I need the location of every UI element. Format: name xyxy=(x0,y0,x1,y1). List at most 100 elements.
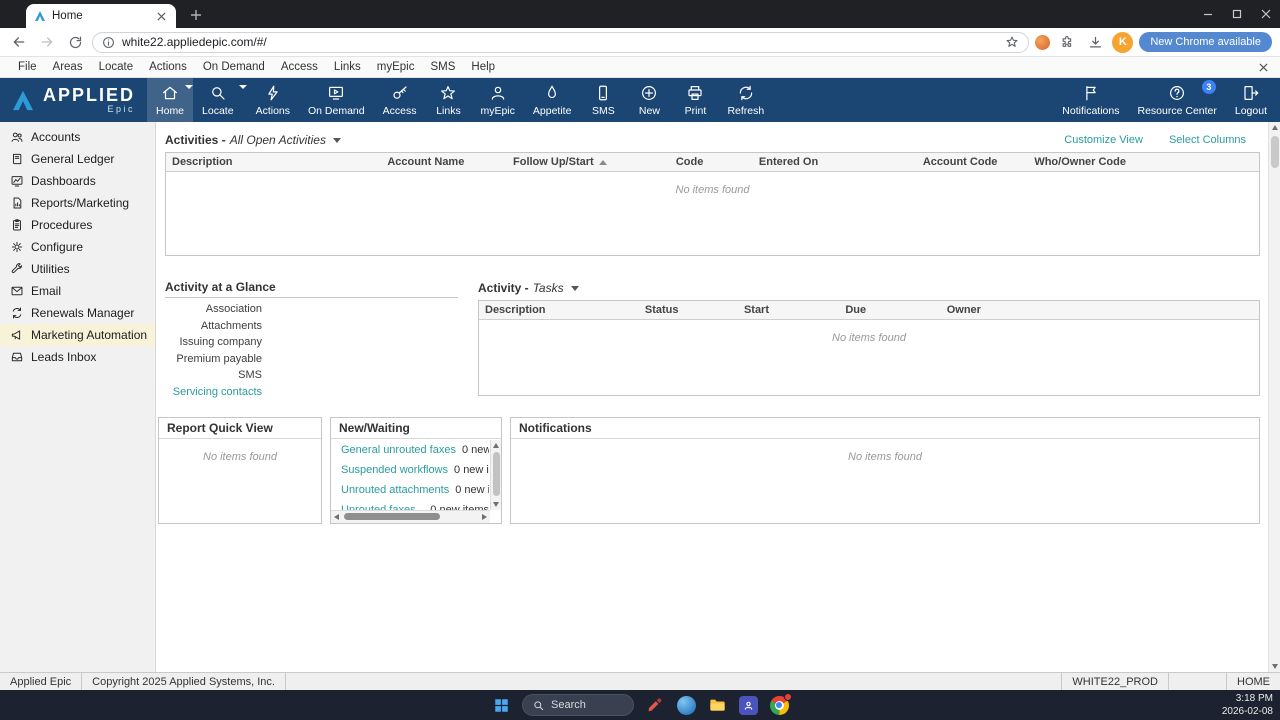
page-info-icon[interactable] xyxy=(102,36,115,49)
col-code[interactable]: Code xyxy=(670,153,753,171)
toolbar-print-button[interactable]: Print xyxy=(672,78,718,122)
bookmark-star-icon[interactable] xyxy=(1005,35,1019,49)
scrollbar-thumb[interactable] xyxy=(1271,136,1279,168)
chrome-update-chip[interactable]: New Chrome available xyxy=(1139,32,1272,52)
tasks-col-owner[interactable]: Owner xyxy=(941,301,1259,319)
toolbar-refresh-button[interactable]: Refresh xyxy=(718,78,773,122)
new-waiting-vertical-scrollbar[interactable] xyxy=(490,439,501,510)
col-follow-up-start[interactable]: Follow Up/Start xyxy=(507,153,670,171)
menubar-close-icon[interactable] xyxy=(1259,62,1268,72)
select-columns-link[interactable]: Select Columns xyxy=(1169,134,1246,146)
col-description[interactable]: Description xyxy=(166,153,381,171)
taskbar-clock[interactable]: 3:18 PM 2026-02-08 xyxy=(1222,692,1273,718)
taskbar-file-explorer-icon[interactable] xyxy=(707,695,727,715)
scroll-left-arrow-icon[interactable] xyxy=(334,513,339,520)
toolbar-access-button[interactable]: Access xyxy=(374,78,426,122)
sidebar-item-email[interactable]: Email xyxy=(0,280,155,302)
tasks-view-caret-icon[interactable] xyxy=(570,285,579,291)
tasks-col-description[interactable]: Description xyxy=(479,301,639,319)
toolbar-locate-button[interactable]: Locate xyxy=(193,78,247,122)
menu-help[interactable]: Help xyxy=(463,57,503,77)
toolbar-on-demand-button[interactable]: On Demand xyxy=(299,78,374,122)
toolbar-links-button[interactable]: Links xyxy=(425,78,471,122)
sidebar-item-dashboards[interactable]: Dashboards xyxy=(0,170,155,192)
tasks-col-due[interactable]: Due xyxy=(839,301,940,319)
toolbar-actions-button[interactable]: Actions xyxy=(247,78,299,122)
taskbar-teams-icon[interactable] xyxy=(738,695,758,715)
home-caret-icon[interactable] xyxy=(185,85,194,107)
window-close-button[interactable] xyxy=(1251,0,1280,28)
profile-avatar[interactable]: K xyxy=(1112,31,1134,53)
sidebar-item-reports-marketing[interactable]: Reports/Marketing xyxy=(0,192,155,214)
sidebar-item-utilities[interactable]: Utilities xyxy=(0,258,155,280)
extension-icon[interactable] xyxy=(1035,34,1051,50)
new-waiting-link-suspended-workflows[interactable]: Suspended workflows xyxy=(341,464,448,476)
glance-item-sms[interactable]: SMS xyxy=(165,367,262,384)
logout-button[interactable]: Logout xyxy=(1226,78,1276,122)
sidebar-item-leads-inbox[interactable]: Leads Inbox xyxy=(0,346,155,368)
taskbar-pinned-app-pencil-icon[interactable] xyxy=(645,695,665,715)
new-waiting-horizontal-scrollbar[interactable] xyxy=(331,509,490,523)
url-text[interactable]: white22.appliedepic.com/#/ xyxy=(122,35,267,49)
sidebar-item-renewals-manager[interactable]: Renewals Manager xyxy=(0,302,155,324)
sidebar-item-general-ledger[interactable]: General Ledger xyxy=(0,148,155,170)
address-bar[interactable]: white22.appliedepic.com/#/ xyxy=(92,31,1030,53)
menu-links[interactable]: Links xyxy=(326,57,369,77)
menu-on-demand[interactable]: On Demand xyxy=(195,57,273,77)
customize-view-link[interactable]: Customize View xyxy=(1064,134,1143,146)
toolbar-home-button[interactable]: Home xyxy=(147,78,194,122)
scroll-down-arrow-icon[interactable] xyxy=(1271,664,1278,669)
toolbar-myepic-button[interactable]: myEpic xyxy=(471,78,523,122)
scroll-up-arrow-icon[interactable] xyxy=(493,442,499,448)
main-vertical-scrollbar[interactable] xyxy=(1268,122,1280,672)
taskbar-search-box[interactable]: Search xyxy=(522,694,634,716)
col-account-name[interactable]: Account Name xyxy=(381,153,507,171)
new-tab-button[interactable] xyxy=(188,7,204,23)
menu-areas[interactable]: Areas xyxy=(45,57,91,77)
menu-myepic[interactable]: myEpic xyxy=(369,57,423,77)
col-who-owner-code[interactable]: Who/Owner Code xyxy=(1028,153,1259,171)
sidebar-item-marketing-automation[interactable]: Marketing Automation xyxy=(0,324,155,346)
scrollbar-thumb[interactable] xyxy=(492,451,500,496)
glance-item-premium-payable[interactable]: Premium payable xyxy=(165,351,262,368)
extensions-puzzle-icon[interactable] xyxy=(1056,31,1078,53)
toolbar-sms-button[interactable]: SMS xyxy=(580,78,626,122)
glance-item-association[interactable]: Association xyxy=(165,301,262,318)
tasks-col-start[interactable]: Start xyxy=(738,301,839,319)
glance-item-servicing-contacts[interactable]: Servicing contacts xyxy=(165,384,262,401)
new-waiting-link-unrouted-attachments[interactable]: Unrouted attachments xyxy=(341,484,449,496)
tab-close-icon[interactable] xyxy=(154,9,168,23)
menu-locate[interactable]: Locate xyxy=(91,57,142,77)
sidebar-item-accounts[interactable]: Accounts xyxy=(0,126,155,148)
forward-button[interactable] xyxy=(36,31,58,53)
menu-access[interactable]: Access xyxy=(273,57,326,77)
menu-actions[interactable]: Actions xyxy=(141,57,195,77)
scroll-right-arrow-icon[interactable] xyxy=(482,513,487,520)
glance-item-issuing-company[interactable]: Issuing company xyxy=(165,334,262,351)
taskbar-chrome-icon[interactable] xyxy=(769,693,792,715)
new-waiting-link-general-unrouted-faxes[interactable]: General unrouted faxes xyxy=(341,444,456,456)
toolbar-appetite-button[interactable]: Appetite xyxy=(524,78,581,122)
downloads-icon[interactable] xyxy=(1084,31,1106,53)
activities-view-caret-icon[interactable] xyxy=(332,137,341,143)
sidebar-item-configure[interactable]: Configure xyxy=(0,236,155,258)
sidebar-item-procedures[interactable]: Procedures xyxy=(0,214,155,236)
col-account-code[interactable]: Account Code xyxy=(917,153,1028,171)
reload-button[interactable] xyxy=(64,31,86,53)
glance-item-attachments[interactable]: Attachments xyxy=(165,318,262,335)
menu-sms[interactable]: SMS xyxy=(422,57,463,77)
scroll-down-arrow-icon[interactable] xyxy=(492,501,499,507)
browser-tab-home[interactable]: Home xyxy=(26,4,176,28)
locate-caret-icon[interactable] xyxy=(238,85,247,107)
notifications-button[interactable]: Notifications xyxy=(1053,78,1128,122)
col-entered-on[interactable]: Entered On xyxy=(753,153,917,171)
scrollbar-thumb[interactable] xyxy=(344,513,440,521)
window-minimize-button[interactable] xyxy=(1193,0,1222,28)
window-maximize-button[interactable] xyxy=(1222,0,1251,28)
taskbar-pinned-app-browser-icon[interactable] xyxy=(676,695,696,715)
back-button[interactable] xyxy=(8,31,30,53)
tasks-col-status[interactable]: Status xyxy=(639,301,738,319)
start-button[interactable] xyxy=(491,695,511,715)
resource-center-button[interactable]: 3 Resource Center xyxy=(1129,78,1226,122)
scroll-up-arrow-icon[interactable] xyxy=(1271,125,1278,130)
